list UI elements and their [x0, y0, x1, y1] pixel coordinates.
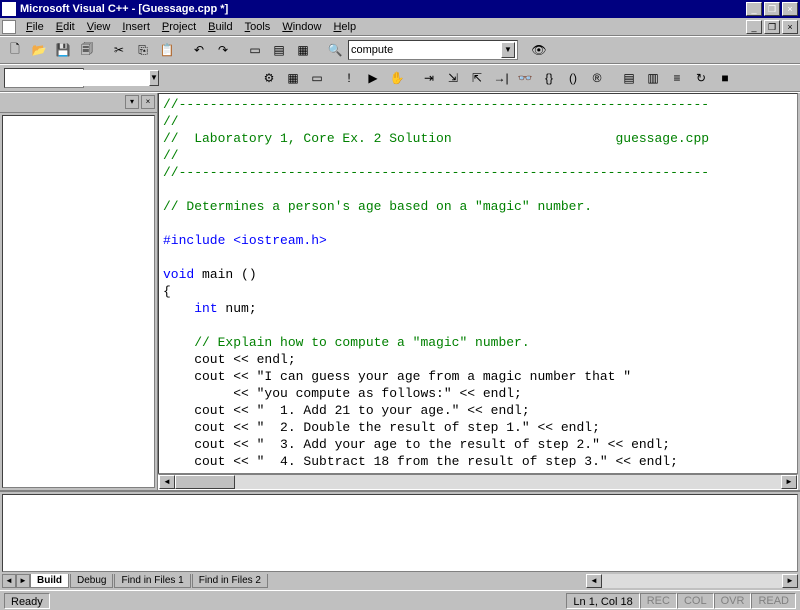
step-over-button[interactable]: ⇲ — [442, 67, 464, 89]
status-flag-ovr: OVR — [714, 593, 752, 609]
title-bar: Microsoft Visual C++ - [Guessage.cpp *] … — [0, 0, 800, 18]
variables-button[interactable]: () — [562, 67, 584, 89]
quickwatch-button[interactable]: 👓 — [514, 67, 536, 89]
compile-button[interactable]: ⚙ — [258, 67, 280, 89]
minimize-button[interactable]: _ — [746, 2, 762, 16]
redo-button[interactable]: ↷ — [212, 39, 234, 61]
menu-edit[interactable]: Edit — [50, 20, 81, 34]
output-hscroll-left[interactable]: ◄ — [586, 574, 602, 588]
panel-dropdown-button[interactable]: ▾ — [125, 95, 139, 109]
open-file-button[interactable]: 📂 — [28, 39, 50, 61]
scroll-track[interactable] — [175, 475, 781, 489]
workspace-panel: ▾ × — [0, 93, 158, 490]
output-tab-find-in-files-1[interactable]: Find in Files 1 — [114, 574, 190, 588]
save-all-button[interactable]: 🗐 — [76, 39, 98, 61]
undo-button[interactable]: ↶ — [188, 39, 210, 61]
editor-horizontal-scrollbar[interactable]: ◄ ► — [158, 474, 798, 490]
find-input[interactable] — [351, 42, 501, 58]
output-panel: ◄ ► BuildDebugFind in Files 1Find in Fil… — [0, 490, 800, 590]
find-button[interactable]: 👁 — [528, 39, 550, 61]
copy-button[interactable]: ⎘ — [132, 39, 154, 61]
output-button[interactable]: ▤ — [268, 39, 290, 61]
output-tabs: ◄ ► BuildDebugFind in Files 1Find in Fil… — [0, 572, 800, 590]
mdi-restore-button[interactable]: ❐ — [764, 20, 780, 34]
insert-breakpoint-button[interactable]: ✋ — [386, 67, 408, 89]
disassembly-button[interactable]: ≡ — [666, 67, 688, 89]
menu-build[interactable]: Build — [202, 20, 238, 34]
step-into-button[interactable]: ⇥ — [418, 67, 440, 89]
memory-button[interactable]: ▤ — [618, 67, 640, 89]
output-tab-debug[interactable]: Debug — [70, 574, 113, 588]
scroll-right-button[interactable]: ► — [781, 475, 797, 489]
build-toolbar: ▼ ⚙ ▦ ▭ ! ▶ ✋ ⇥ ⇲ ⇱ →| 👓 {} () ® ▤ ▥ ≡ ↻… — [0, 64, 800, 92]
config-combo[interactable]: ▼ — [4, 68, 84, 88]
config-input[interactable] — [7, 70, 149, 86]
paste-button[interactable]: 📋 — [156, 39, 178, 61]
standard-toolbar: 🗋 📂 💾 🗐 ✂ ⎘ 📋 ↶ ↷ ▭ ▤ ▦ 🔍 ▼ 👁 — [0, 36, 800, 64]
chevron-down-icon[interactable]: ▼ — [149, 70, 159, 86]
output-hscroll-right[interactable]: ► — [782, 574, 798, 588]
document-icon[interactable] — [2, 20, 16, 34]
status-ready: Ready — [4, 593, 50, 609]
save-button[interactable]: 💾 — [52, 39, 74, 61]
scroll-left-button[interactable]: ◄ — [159, 475, 175, 489]
status-bar: Ready Ln 1, Col 18 RECCOLOVRREAD — [0, 590, 800, 610]
build-button[interactable]: ▦ — [282, 67, 304, 89]
menu-project[interactable]: Project — [156, 20, 202, 34]
step-out-button[interactable]: ⇱ — [466, 67, 488, 89]
mdi-window-buttons: _ ❐ × — [746, 20, 798, 34]
new-file-button[interactable]: 🗋 — [4, 39, 26, 61]
workspace-tree[interactable] — [2, 115, 155, 488]
run-to-cursor-button[interactable]: →| — [490, 67, 512, 89]
execute-button[interactable]: ! — [338, 67, 360, 89]
output-tab-build[interactable]: Build — [30, 574, 69, 588]
callstack-button[interactable]: ▥ — [642, 67, 664, 89]
registers-button[interactable]: ® — [586, 67, 608, 89]
close-button[interactable]: × — [782, 2, 798, 16]
cut-button[interactable]: ✂ — [108, 39, 130, 61]
menu-window[interactable]: Window — [276, 20, 327, 34]
go-button[interactable]: ▶ — [362, 67, 384, 89]
menu-view[interactable]: View — [81, 20, 117, 34]
menu-bar: FileEditViewInsertProjectBuildToolsWindo… — [0, 18, 800, 36]
maximize-button[interactable]: ❐ — [764, 2, 780, 16]
status-flag-col: COL — [677, 593, 714, 609]
status-flag-read: READ — [751, 593, 796, 609]
menu-insert[interactable]: Insert — [116, 20, 156, 34]
find-in-files-button[interactable]: 🔍 — [324, 39, 346, 61]
output-scroll-left-button[interactable]: ◄ — [2, 574, 16, 588]
menu-tools[interactable]: Tools — [239, 20, 277, 34]
output-tab-find-in-files-2[interactable]: Find in Files 2 — [192, 574, 268, 588]
output-hscroll-track[interactable] — [602, 574, 782, 588]
app-icon — [2, 2, 16, 16]
restart-button[interactable]: ↻ — [690, 67, 712, 89]
output-text[interactable] — [2, 494, 798, 572]
window-title: Microsoft Visual C++ - [Guessage.cpp *] — [20, 3, 746, 15]
output-scroll-right-button[interactable]: ► — [16, 574, 30, 588]
workspace-panel-header: ▾ × — [0, 93, 157, 113]
panel-close-button[interactable]: × — [141, 95, 155, 109]
find-combo[interactable]: ▼ — [348, 40, 518, 60]
stop-build-button[interactable]: ▭ — [306, 67, 328, 89]
window-buttons: _ ❐ × — [746, 2, 798, 16]
menu-file[interactable]: File — [20, 20, 50, 34]
status-position: Ln 1, Col 18 — [566, 593, 639, 609]
mdi-close-button[interactable]: × — [782, 20, 798, 34]
status-flag-rec: REC — [640, 593, 677, 609]
stop-debug-button[interactable]: ■ — [714, 67, 736, 89]
main-area: ▾ × //----------------------------------… — [0, 92, 800, 490]
window-list-button[interactable]: ▦ — [292, 39, 314, 61]
mdi-minimize-button[interactable]: _ — [746, 20, 762, 34]
chevron-down-icon[interactable]: ▼ — [501, 42, 515, 58]
scroll-thumb[interactable] — [175, 475, 235, 489]
workspace-button[interactable]: ▭ — [244, 39, 266, 61]
editor-pane: //--------------------------------------… — [158, 93, 800, 490]
menu-help[interactable]: Help — [327, 20, 362, 34]
watch-button[interactable]: {} — [538, 67, 560, 89]
code-editor[interactable]: //--------------------------------------… — [158, 93, 798, 474]
